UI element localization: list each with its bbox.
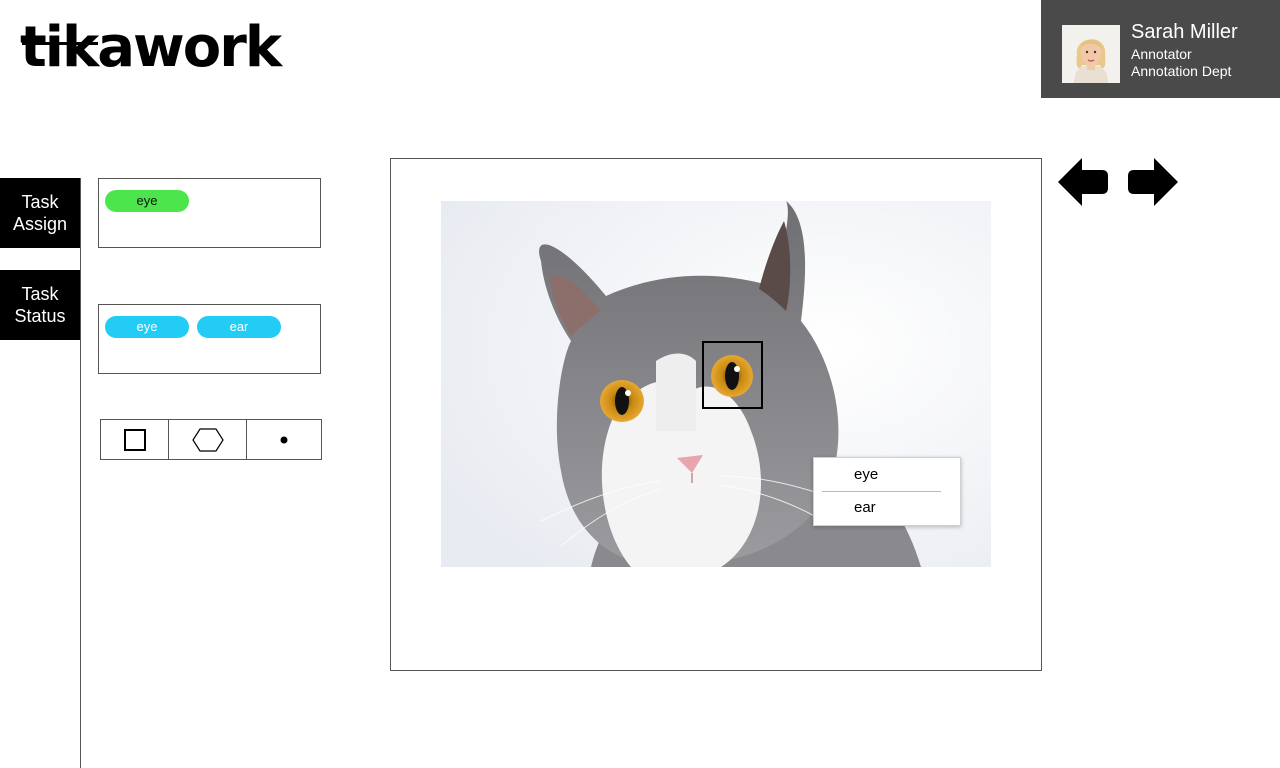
annotation-page: tikawork Sarah Miller Annotator Annotati…	[0, 0, 1280, 768]
polygon-icon	[191, 427, 224, 452]
selected-labels-panel: eye	[98, 178, 321, 248]
point-tool[interactable]	[245, 420, 321, 459]
sidebar-item-task-status[interactable]: Task Status	[0, 270, 80, 340]
label-selector-popup: eye ear	[813, 457, 961, 526]
arrow-right-icon[interactable]	[1126, 156, 1180, 208]
point-icon	[280, 436, 288, 443]
arrow-left-icon[interactable]	[1056, 156, 1110, 208]
sidebar-item-label: Task	[21, 284, 59, 304]
label-option-ear[interactable]: ear	[854, 499, 876, 516]
popup-divider	[822, 491, 941, 492]
available-labels-panel: eye ear	[98, 304, 321, 374]
avatar	[1062, 25, 1120, 83]
rectangle-icon	[123, 428, 146, 451]
label-chip-ear[interactable]: ear	[197, 316, 281, 338]
user-name: Sarah Miller	[1131, 21, 1238, 43]
bounding-box-eye[interactable]	[702, 341, 763, 409]
logo-strike-line	[22, 42, 98, 45]
label-chip-eye-selected[interactable]: eye	[105, 190, 189, 212]
rectangle-tool[interactable]	[101, 420, 168, 459]
user-department: Annotation Dept	[1131, 63, 1232, 79]
annotation-toolbar	[100, 419, 322, 460]
label-chip-eye[interactable]: eye	[105, 316, 189, 338]
user-card: Sarah Miller Annotator Annotation Dept	[1041, 0, 1280, 98]
sidebar-item-label: Assign	[12, 214, 68, 234]
annotation-canvas[interactable]: eye ear	[390, 158, 1042, 671]
label-option-eye[interactable]: eye	[854, 466, 878, 483]
sidebar-item-label: Status	[14, 306, 66, 326]
sidebar-item-task-assign[interactable]: Task Assign	[0, 178, 80, 248]
sidebar-divider	[80, 178, 81, 768]
user-role: Annotator	[1131, 46, 1192, 62]
tikawork-logo: tikawork	[20, 15, 282, 80]
polygon-tool[interactable]	[168, 420, 245, 459]
sidebar-item-label: Task	[21, 192, 59, 212]
